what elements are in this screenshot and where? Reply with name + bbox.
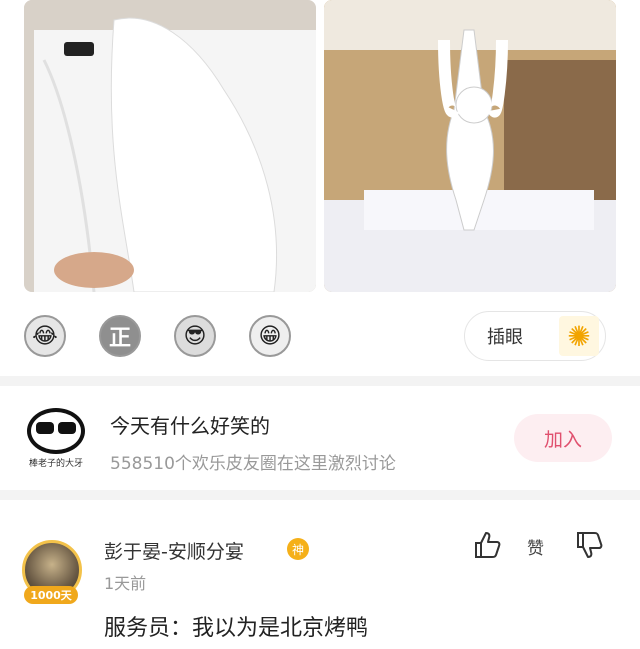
- grinning-face-icon[interactable]: 😁: [249, 315, 291, 357]
- group-avatar: 棒老子的大牙: [24, 406, 88, 470]
- image-grid: [24, 0, 616, 292]
- sunflower-icon: ✺: [559, 316, 599, 356]
- like-label[interactable]: 赞: [527, 534, 544, 559]
- section-divider: [0, 490, 640, 500]
- sunglasses-face-glyph: 😎: [183, 323, 207, 349]
- laughing-face-icon[interactable]: 😂: [24, 315, 66, 357]
- insert-eye-button[interactable]: 插眼 ✺: [464, 311, 606, 361]
- comment-item: 1000天 彭于晏-安顺分宴 神 1天前 服务员：我以为是北京烤鸭 赞: [0, 500, 640, 649]
- group-title: 今天有什么好笑的: [110, 414, 270, 438]
- thumbs-up-icon[interactable]: [472, 530, 502, 560]
- insert-eye-label: 插眼: [487, 327, 523, 348]
- bed-illustration: [24, 0, 316, 292]
- reaction-bar: 😂 正 😎 😁 插眼 ✺: [0, 305, 640, 369]
- hotel-room-illustration: [324, 0, 616, 292]
- laughing-face-glyph: 😂: [32, 323, 58, 349]
- panda-face-icon: [27, 407, 85, 454]
- sunglasses-face-icon[interactable]: 😎: [174, 315, 216, 357]
- zheng-badge-glyph: 正: [108, 326, 131, 351]
- god-badge-icon: 神: [287, 538, 309, 560]
- group-avatar-caption: 棒老子的大牙: [28, 458, 83, 469]
- comment-author[interactable]: 彭于晏-安顺分宴: [104, 537, 244, 564]
- join-button[interactable]: 加入: [514, 414, 612, 462]
- grinning-face-glyph: 😁: [258, 323, 282, 349]
- section-divider: [0, 376, 640, 386]
- group-subtitle: 558510个欢乐皮友圈在这里激烈讨论: [110, 454, 396, 474]
- avatar-days-badge: 1000天: [24, 586, 78, 604]
- comment-text: 服务员：我以为是北京烤鸭: [104, 616, 369, 641]
- group-card[interactable]: 棒老子的大牙 今天有什么好笑的 558510个欢乐皮友圈在这里激烈讨论 加入: [0, 386, 640, 490]
- comment-time: 1天前: [104, 574, 147, 593]
- towel-monkey-photo[interactable]: [324, 0, 616, 292]
- zheng-badge-icon[interactable]: 正: [99, 315, 141, 357]
- bed-photo[interactable]: [24, 0, 316, 292]
- thumbs-down-icon[interactable]: [574, 530, 604, 560]
